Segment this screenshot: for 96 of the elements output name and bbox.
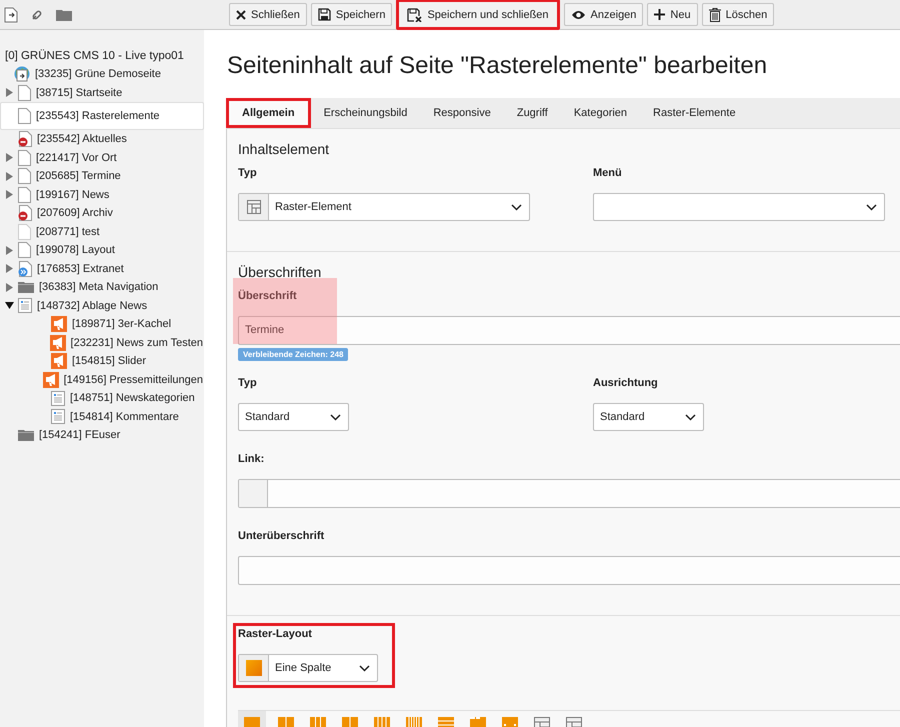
tree-item[interactable]: [149156] Pressemitteilungen [0,370,204,389]
tab[interactable]: Allgemein [226,98,311,128]
text-field[interactable]: Termine [238,316,900,345]
folder-icon [18,429,34,442]
chevron-down-icon [866,204,877,210]
megaphone-icon [42,372,59,388]
grid-element-icon [246,200,260,214]
collapse-triangle-icon[interactable] [5,172,14,181]
select-field[interactable]: Standard [593,403,704,431]
text-field[interactable] [238,556,900,585]
list-icon [51,390,65,406]
tree-item[interactable]: [199167] News [0,186,204,204]
link-field[interactable] [238,479,900,508]
page-title: Seiteninhalt auf Seite "Rasterelemente" bearbeiten [227,52,768,81]
section-heading: Inhaltselement [238,141,330,157]
chevron-down-icon [685,414,696,420]
tree-item[interactable]: [189871] 3er-Kachel [0,315,204,334]
layout-block-icon [246,660,262,676]
tree-item[interactable]: [235542] Aktuelles [0,130,204,148]
tree-item[interactable]: [38715] Startseite [0,84,204,102]
toolbar-button[interactable]: Anzeigen [564,3,644,26]
folder-icon [18,281,34,294]
tree-item[interactable]: [235543] Rasterelemente [0,102,204,130]
tree-item[interactable]: [232231] News zum Testen [0,334,204,352]
field-label: Link: [238,453,264,465]
field-label: Typ [238,167,257,179]
megaphone-icon [50,334,66,351]
field-label: Unterüberschrift [238,530,324,542]
tree-item[interactable]: [148732] Ablage News [0,296,204,315]
floppy-disk-x-icon [407,8,422,22]
tree-item[interactable]: [154815] Slider [0,352,204,370]
tree-item[interactable]: [176853] Extranet [0,260,204,278]
tree-item[interactable]: [208771] test [0,222,204,241]
tab[interactable]: Responsive [420,98,504,128]
tree-item[interactable]: [148751] Newskategorien [0,389,204,408]
tree-root-label[interactable]: [0] GRÜNES CMS 10 - Live typo01 [0,47,204,65]
shortcut-page-icon [18,260,32,277]
tab[interactable]: Raster-Elemente [640,98,749,128]
tree-item[interactable]: [199078] Layout [0,241,204,260]
page-icon [18,186,31,203]
toolbar-button[interactable]: Löschen [702,3,774,26]
new-page-icon[interactable] [4,6,18,22]
chevron-down-icon [359,664,370,672]
toolbar-button[interactable]: Speichern und schließen [396,0,560,30]
site-icon [14,66,30,82]
field-label: Typ [238,377,257,389]
collapse-triangle-icon[interactable] [5,153,14,162]
section-heading: Überschriften [238,264,322,280]
tab[interactable]: Kategorien [560,98,640,128]
collapse-triangle-icon[interactable] [5,246,14,255]
toolbar-button[interactable]: Schließen [229,3,307,26]
page-icon [18,108,31,124]
select-field[interactable]: Standard [238,403,349,431]
field-label: Überschrift [238,290,297,302]
select-field[interactable]: Raster-Element [238,193,530,221]
faded-page-icon [18,224,31,240]
toolbar-button[interactable]: Speichern [310,3,392,26]
tree-item[interactable]: [205685] Termine [0,167,204,186]
chevron-down-icon [330,414,341,420]
eye-icon [570,10,586,20]
hidden-page-icon [18,205,32,222]
tree-item[interactable]: [221417] Vor Ort [0,148,204,167]
tree-item[interactable]: [36383] Meta Navigation [0,278,204,296]
link-icon[interactable] [30,8,44,22]
page-icon [18,168,31,184]
plus-icon [654,9,666,20]
expand-triangle-icon[interactable] [5,301,14,310]
field-label: Menü [593,167,622,179]
page-icon [18,242,31,258]
select-field[interactable]: Eine Spalte [238,654,378,682]
page-icon [18,150,31,166]
field-label: Ausrichtung [593,377,658,389]
toolbar-button[interactable]: Neu [647,3,698,26]
close-icon [236,10,246,20]
folder-icon[interactable] [56,8,72,20]
chevron-down-icon [511,204,522,210]
tree-item[interactable]: [154814] Kommentare [0,408,204,426]
collapse-triangle-icon[interactable] [5,88,14,98]
tab[interactable]: Erscheinungsbild [310,98,420,128]
character-count-badge: Verbleibende Zeichen: 248 [238,348,348,361]
tab[interactable]: Zugriff [504,98,561,128]
collapse-triangle-icon[interactable] [5,282,14,292]
megaphone-icon [51,353,67,370]
tree-item[interactable]: [207609] Archiv [0,204,204,222]
trash-icon [708,8,721,22]
collapse-triangle-icon[interactable] [5,190,14,200]
select-field[interactable] [593,193,885,221]
list-icon [51,409,65,424]
megaphone-icon [51,316,67,332]
field-label: Raster-Layout [238,628,312,640]
tree-item[interactable]: [154241] FEuser [0,426,204,444]
tree-item[interactable]: [33235] Grüne Demoseite [0,65,204,84]
collapse-triangle-icon[interactable] [5,264,14,274]
page-icon [18,84,31,101]
hidden-page-icon [18,131,32,148]
list-icon [18,298,32,314]
